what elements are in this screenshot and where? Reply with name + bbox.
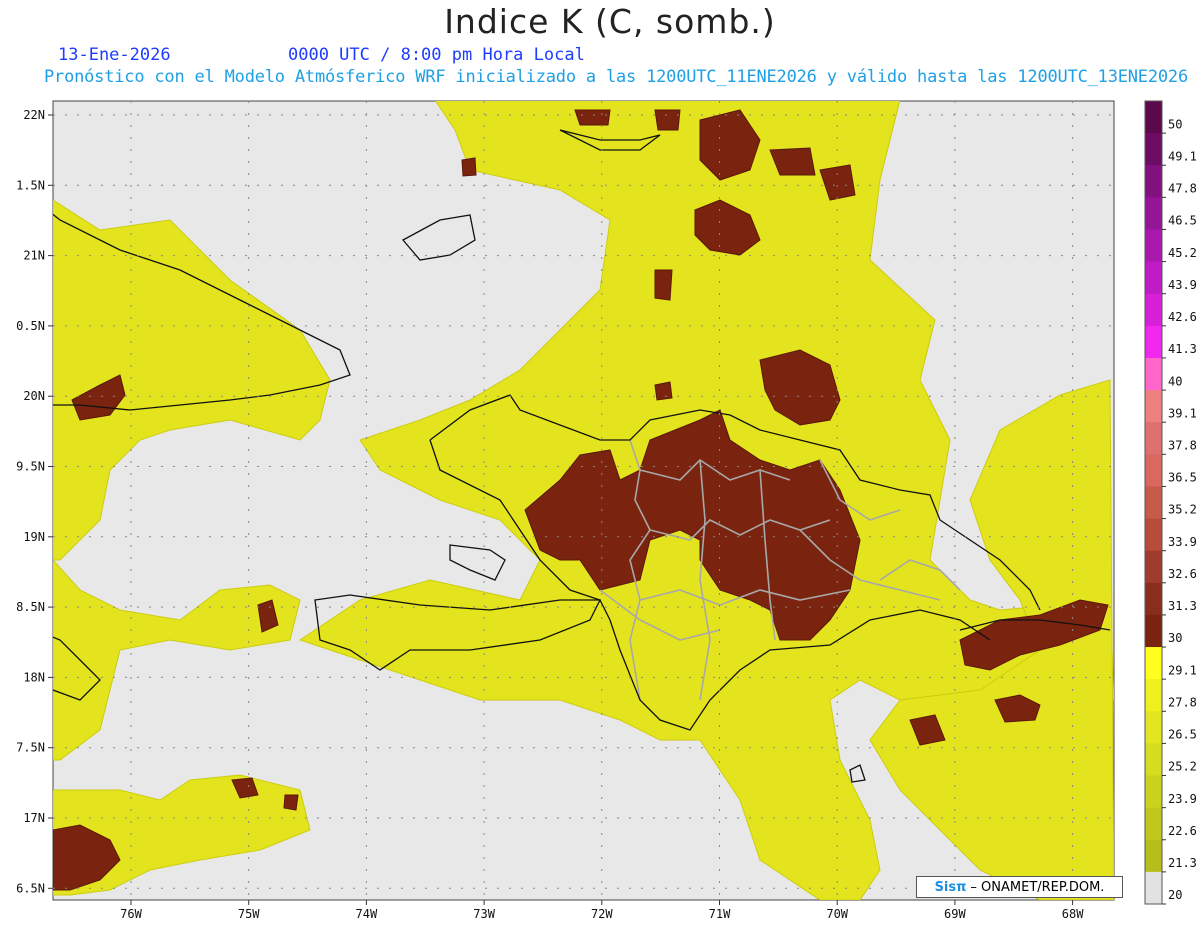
colorbar-swatch [1145, 454, 1162, 487]
y-tick-label: 6.5N [16, 881, 45, 895]
y-tick-label: 7.5N [16, 741, 45, 755]
colorbar-swatch [1145, 422, 1162, 455]
colorbar-swatch [1145, 775, 1162, 809]
colorbar-label: 45.2 [1168, 246, 1197, 260]
colorbar-label: 21.3 [1168, 856, 1197, 870]
colorbar-label: 46.5 [1168, 214, 1197, 228]
brown-cell-small-5 [654, 381, 673, 401]
colorbar-label: 20 [1168, 888, 1182, 902]
colorbar-label: 26.5 [1168, 728, 1197, 742]
colorbar-swatch [1145, 614, 1162, 648]
colorbar-label: 27.8 [1168, 695, 1197, 709]
x-tick-label: 73W [473, 907, 495, 921]
colorbar-swatch [1145, 101, 1162, 134]
colorbar-swatch [1145, 325, 1162, 359]
colorbar-label: 37.8 [1168, 439, 1197, 453]
map-figure: 76W 75W 74W 73W 72W 71W 70W 69W 68W 22N 1.5N 21N 0.5… [16, 100, 1197, 921]
brown-cell-small-6 [654, 269, 673, 301]
colorbar-label: 36.5 [1168, 471, 1197, 485]
x-tick-label: 76W [120, 907, 142, 921]
x-tick-label: 68W [1062, 907, 1084, 921]
colorbar-label: 33.9 [1168, 535, 1197, 549]
colorbar-swatch [1145, 839, 1162, 873]
colorbar-swatch [1145, 390, 1162, 423]
colorbar-label: 41.3 [1168, 342, 1197, 356]
y-tick-label: 19N [23, 530, 45, 544]
colorbar-label: 35.2 [1168, 503, 1197, 517]
colorbar-swatch [1145, 133, 1162, 166]
colorbar-swatch [1145, 197, 1162, 230]
colorbar-label: 39.1 [1168, 406, 1197, 420]
colorbar-swatch [1145, 871, 1162, 905]
brown-cell-small-9 [654, 109, 681, 131]
brown-cell-small-10 [574, 109, 611, 126]
colorbar-label: 30 [1168, 631, 1182, 645]
colorbar-swatch [1145, 550, 1162, 584]
colorbar-label: 29.1 [1168, 663, 1197, 677]
colorbar-swatch [1145, 679, 1162, 712]
colorbar-label: 22.6 [1168, 824, 1197, 838]
credit-text: – ONAMET/REP.DOM. [970, 879, 1105, 895]
y-tick-label: 22N [23, 108, 45, 122]
colorbar-label: 23.9 [1168, 792, 1197, 806]
x-tick-label: 71W [709, 907, 731, 921]
colorbar-label: 32.6 [1168, 567, 1197, 581]
y-tick-label: 0.5N [16, 319, 45, 333]
y-tick-label: 1.5N [16, 178, 45, 192]
x-tick-label: 75W [238, 907, 260, 921]
colorbar-swatch [1145, 518, 1162, 552]
colorbar-swatch [1145, 486, 1162, 520]
colorbar-label: 31.3 [1168, 599, 1197, 613]
colorbar-label: 49.1 [1168, 149, 1197, 163]
colorbar-swatch [1145, 229, 1162, 263]
credit-box: Sisπ – ONAMET/REP.DOM. [916, 876, 1123, 898]
brown-cell-small-11 [461, 157, 477, 177]
colorbar-label: 25.2 [1168, 760, 1197, 774]
colorbar-swatch [1145, 293, 1162, 327]
colorbar-label: 47.8 [1168, 182, 1197, 196]
colorbar-swatch [1145, 743, 1162, 777]
colorbar-label: 50 [1168, 117, 1182, 131]
colorbar-label: 43.9 [1168, 278, 1197, 292]
colorbar-label: 42.6 [1168, 310, 1197, 324]
colorbar-label: 40 [1168, 374, 1182, 388]
y-tick-label: 18N [23, 670, 45, 684]
colorbar-swatch [1145, 647, 1162, 680]
colorbar: 50 49.1 47.8 46.5 45.2 43.9 42.6 41.3 40 39.1 37.8… [1144, 100, 1197, 905]
y-tick-label: 8.5N [16, 600, 45, 614]
colorbar-swatch [1145, 711, 1162, 744]
y-tick-label: 17N [23, 811, 45, 825]
x-tick-label: 72W [591, 907, 613, 921]
y-tick-label: 20N [23, 389, 45, 403]
x-tick-label: 74W [356, 907, 378, 921]
colorbar-swatch [1145, 165, 1162, 198]
y-tick-label: 9.5N [16, 460, 45, 474]
brown-cell-small-3 [283, 794, 299, 811]
y-tick-label: 21N [23, 249, 45, 263]
colorbar-swatch [1145, 357, 1162, 391]
sispi-logo: Sisπ [934, 879, 967, 895]
colorbar-swatch [1145, 261, 1162, 295]
colorbar-swatch [1145, 582, 1162, 616]
x-tick-label: 69W [944, 907, 966, 921]
colorbar-swatch [1145, 807, 1162, 841]
x-tick-label: 70W [826, 907, 848, 921]
